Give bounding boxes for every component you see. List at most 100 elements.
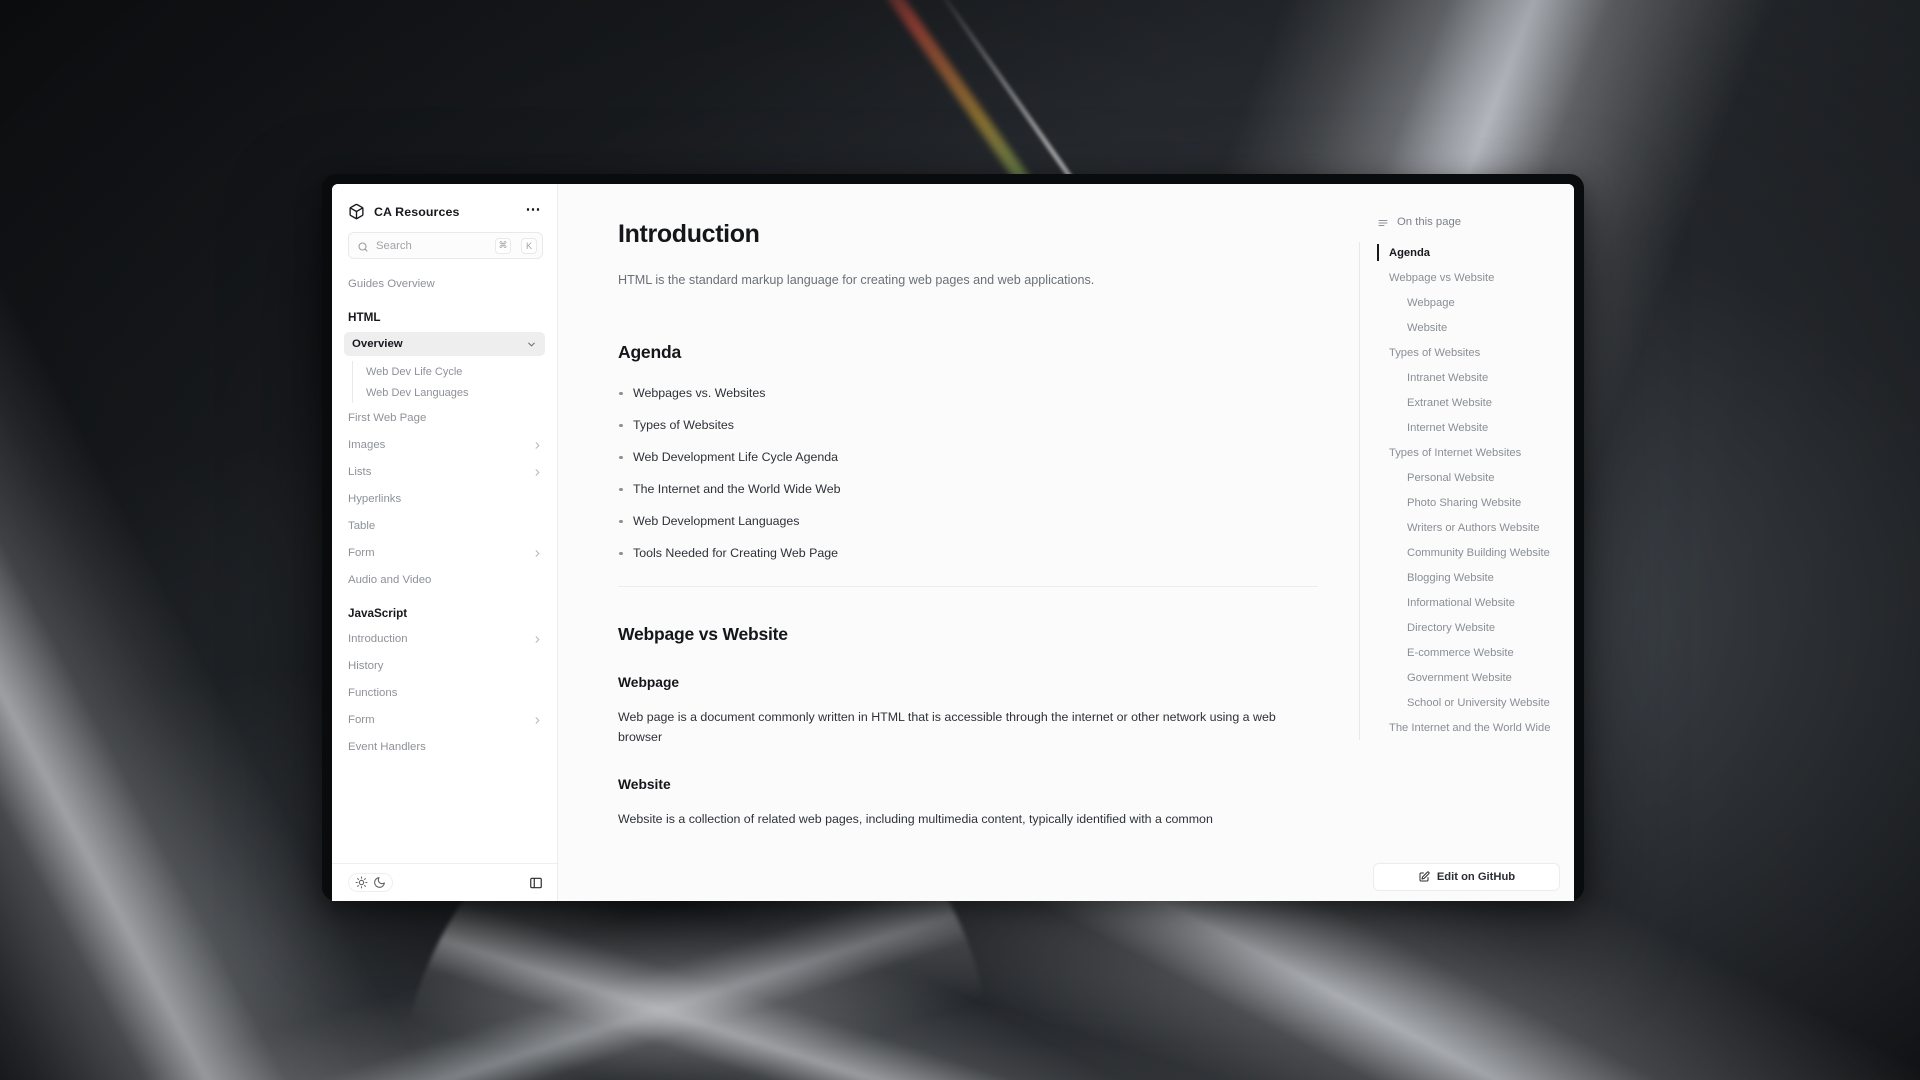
sun-icon[interactable] (355, 876, 368, 889)
brand-title: CA Resources (374, 204, 460, 219)
sidebar-item-label: Event Handlers (348, 741, 426, 753)
search-input[interactable]: Search ⌘ K (348, 232, 543, 259)
toc-item-label: Types of Websites (1389, 346, 1481, 359)
sidebar-item-label: First Web Page (348, 412, 427, 424)
toc-item-internet-website[interactable]: Internet Website (1377, 415, 1574, 440)
toc-item-personal-website[interactable]: Personal Website (1377, 465, 1574, 490)
toc-item-internet-and-world-wide-web[interactable]: The Internet and the World Wide (1377, 715, 1574, 740)
toc-item-label: E-commerce Website (1407, 646, 1514, 659)
toc-item-writers-or-authors-website[interactable]: Writers or Authors Website (1377, 515, 1574, 540)
toc-item-types-of-internet-websites[interactable]: Types of Internet Websites (1377, 440, 1574, 465)
sidebar-item-label: Overview (352, 338, 403, 350)
sidebar-item-images[interactable]: Images (348, 434, 543, 456)
sidebar-item-overview[interactable]: Overview (344, 332, 545, 356)
sidebar-item-history[interactable]: History (348, 655, 543, 677)
toc-item-school-or-university-website[interactable]: School or University Website (1377, 690, 1574, 715)
toc-footer: Edit on GitHub (1373, 863, 1560, 891)
theme-toggle[interactable] (348, 873, 393, 892)
toc-item-intranet-website[interactable]: Intranet Website (1377, 365, 1574, 390)
sidebar-subitem-web-dev-languages[interactable]: Web Dev Languages (366, 382, 543, 403)
list-item: The Internet and the World Wide Web (618, 482, 1258, 496)
device-frame: CA Resources ⋯ Search ⌘ K Guides Overvie… (322, 174, 1584, 901)
chevron-down-icon (526, 339, 537, 350)
search-kbd-modifier: ⌘ (495, 237, 511, 254)
toc-item-agenda[interactable]: Agenda (1377, 240, 1574, 265)
chevron-right-icon (532, 467, 543, 478)
toc-header-label: On this page (1397, 216, 1462, 228)
sidebar-item-label: Form (348, 547, 375, 559)
search-icon (357, 240, 369, 252)
toc-item-label: Website (1407, 321, 1448, 334)
sidebar-item-label: History (348, 660, 384, 672)
page-title: Introduction (618, 220, 760, 248)
list-item: Tools Needed for Creating Web Page (618, 546, 1258, 560)
sidebar-item-label: Introduction (348, 633, 408, 645)
edit-on-github-button[interactable]: Edit on GitHub (1373, 863, 1560, 891)
sidebar-item-audio-and-video[interactable]: Audio and Video (348, 569, 543, 591)
toc-item-types-of-websites[interactable]: Types of Websites (1377, 340, 1574, 365)
toc-item-ecommerce-website[interactable]: E-commerce Website (1377, 640, 1574, 665)
section-heading-webpage-vs-website: Webpage vs Website (618, 623, 788, 644)
sidebar-item-guides-overview[interactable]: Guides Overview (348, 273, 543, 295)
toc-item-label: Types of Internet Websites (1389, 446, 1522, 459)
toc-item-informational-website[interactable]: Informational Website (1377, 590, 1574, 615)
toc-rail (1359, 242, 1360, 740)
sidebar-toggle-icon[interactable] (529, 876, 543, 890)
list-item: Web Development Languages (618, 514, 1258, 528)
toc-header: On this page (1359, 216, 1574, 228)
sidebar-item-label: Table (348, 520, 376, 532)
sidebar-item-lists[interactable]: Lists (348, 461, 543, 483)
sidebar-header: CA Resources ⋯ (332, 184, 557, 232)
webpage-paragraph: Web page is a document commonly written … (618, 709, 1276, 744)
toc-item-label: Internet Website (1407, 421, 1489, 434)
sidebar-item-functions[interactable]: Functions (348, 682, 543, 704)
toc-item-label: Directory Website (1407, 621, 1496, 634)
sidebar-item-label: Form (348, 714, 375, 726)
toc-item-label: Agenda (1389, 246, 1431, 259)
toc-item-photo-sharing-website[interactable]: Photo Sharing Website (1377, 490, 1574, 515)
toc-item-government-website[interactable]: Government Website (1377, 665, 1574, 690)
toc-item-website[interactable]: Website (1377, 315, 1574, 340)
toc-item-label: Writers or Authors Website (1407, 521, 1540, 534)
sidebar-item-hyperlinks[interactable]: Hyperlinks (348, 488, 543, 510)
search-placeholder: Search (376, 239, 412, 252)
toc-item-directory-website[interactable]: Directory Website (1377, 615, 1574, 640)
toc-item-label: Extranet Website (1407, 396, 1492, 409)
sidebar-item-form-js[interactable]: Form (348, 709, 543, 731)
sidebar-item-form-html[interactable]: Form (348, 542, 543, 564)
sidebar-item-introduction[interactable]: Introduction (348, 628, 543, 650)
page-intro-paragraph: HTML is the standard markup language for… (618, 273, 1095, 287)
subsection-heading-webpage: Webpage (618, 674, 680, 690)
sidebar-item-first-web-page[interactable]: First Web Page (348, 407, 543, 429)
sidebar-item-label: Hyperlinks (348, 493, 402, 505)
agenda-list: Webpages vs. Websites Types of Websites … (618, 386, 1258, 560)
toc-item-webpage[interactable]: Webpage (1377, 290, 1574, 315)
sidebar-item-label: Audio and Video (348, 574, 432, 586)
main-content: Introduction HTML is the standard markup… (558, 184, 1359, 901)
toc-item-label: Government Website (1407, 671, 1512, 684)
sidebar-item-event-handlers[interactable]: Event Handlers (348, 736, 543, 758)
subsection-heading-website: Website (618, 777, 671, 793)
website-paragraph: Website is a collection of related web p… (618, 812, 1213, 827)
toc-item-label: The Internet and the World Wide (1389, 721, 1551, 734)
sidebar-section-javascript: JavaScript (348, 607, 408, 620)
sidebar-item-label: Functions (348, 687, 398, 699)
toc-item-blogging-website[interactable]: Blogging Website (1377, 565, 1574, 590)
list-icon (1377, 216, 1389, 228)
sidebar-item-table[interactable]: Table (348, 515, 543, 537)
toc-item-community-building-website[interactable]: Community Building Website (1377, 540, 1574, 565)
ellipsis-icon[interactable]: ⋯ (524, 202, 544, 220)
pencil-square-icon (1418, 871, 1430, 883)
sidebar-item-label: Images (348, 439, 386, 451)
article: Introduction HTML is the standard markup… (558, 184, 1318, 829)
toc-list: Agenda Webpage vs Website Webpage Websit… (1359, 240, 1574, 740)
sidebar-search-wrapper: Search ⌘ K (332, 232, 557, 259)
moon-icon[interactable] (373, 876, 386, 889)
toc-item-webpage-vs-website[interactable]: Webpage vs Website (1377, 265, 1574, 290)
chevron-right-icon (532, 634, 543, 645)
toc-item-extranet-website[interactable]: Extranet Website (1377, 390, 1574, 415)
sidebar-subitem-web-dev-life-cycle[interactable]: Web Dev Life Cycle (366, 361, 543, 382)
toc-item-label: Community Building Website (1407, 546, 1550, 559)
sidebar-subitem-label: Web Dev Life Cycle (366, 365, 463, 378)
search-kbd-key: K (521, 237, 537, 254)
